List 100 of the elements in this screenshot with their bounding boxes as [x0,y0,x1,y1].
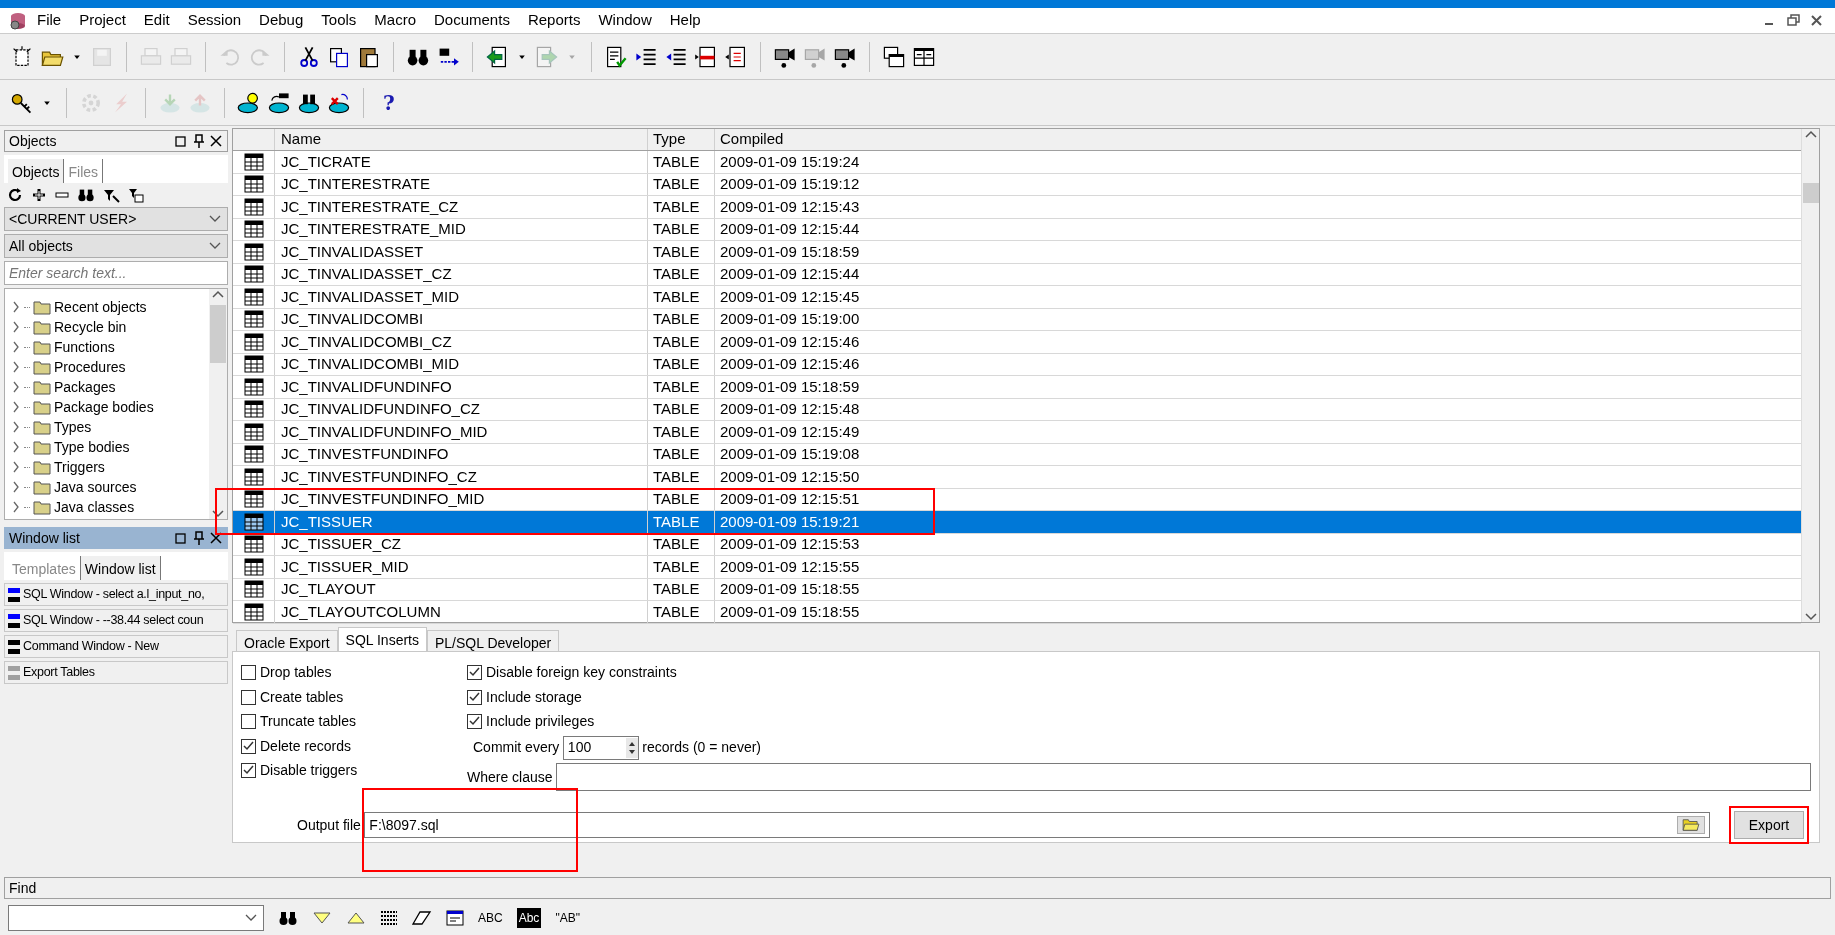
window-list-item[interactable]: SQL Window - --38.44 select coun [4,609,228,632]
pin-icon[interactable] [191,531,206,545]
checkbox[interactable] [241,738,256,754]
table-row[interactable]: JC_TINVALIDFUNDINFO_MID TABLE 2009-01-09 12:15:49 [233,421,1801,444]
table-row[interactable]: JC_TINVALIDFUNDINFO TABLE 2009-01-09 15:18:59 [233,376,1801,399]
chevron-right-icon[interactable] [11,381,21,393]
scroll-up-icon[interactable] [1804,129,1817,139]
tree-item[interactable]: Package bodies [54,396,154,418]
document-check-icon[interactable] [604,44,628,69]
document-arrow-icon[interactable] [485,44,509,69]
column-header[interactable]: Type [648,129,715,150]
select-field[interactable]: <CURRENT USER> [4,207,228,231]
find-down-icon[interactable] [312,911,332,925]
panel-tab[interactable]: Templates [8,556,81,580]
table-row[interactable]: JC_TINTERESTRATE_CZ TABLE 2009-01-09 12:15:43 [233,196,1801,219]
tree-item[interactable]: Procedures [54,356,126,378]
table-row[interactable]: JC_TINVESTFUNDINFO TABLE 2009-01-09 15:19:08 [233,443,1801,466]
table-row[interactable]: JC_TINVALIDCOMBI TABLE 2009-01-09 15:19:00 [233,308,1801,331]
chevron-right-icon[interactable] [11,421,21,433]
menu-item[interactable]: Debug [250,9,313,32]
menu-item[interactable]: Session [178,9,251,32]
pin-icon[interactable] [191,134,206,148]
checkbox[interactable] [467,714,482,729]
menu-item[interactable]: Tools [312,9,366,32]
chevron-right-icon[interactable] [11,461,21,473]
window-list-item[interactable]: Export Tables [4,661,228,684]
database-bulb-icon[interactable] [237,90,261,115]
menu-item[interactable]: Documents [425,9,519,32]
find-field[interactable] [8,905,264,931]
tree-item[interactable]: Types [54,416,92,438]
scrollbar[interactable] [1801,129,1819,622]
chevron-right-icon[interactable] [11,301,21,313]
checkbox[interactable] [241,763,256,778]
highlight-all-icon[interactable] [380,910,398,926]
chevron-right-icon[interactable] [11,441,21,453]
table-row[interactable]: JC_TINVALIDFUNDINFO_CZ TABLE 2009-01-09 12:15:48 [233,398,1801,421]
menu-item[interactable]: File [28,9,71,32]
column-header[interactable]: Name [275,129,648,150]
table-row[interactable]: JC_TLAYOUTCOLUMN TABLE 2009-01-09 15:18:55 [233,601,1801,624]
checkbox[interactable] [467,665,482,680]
panel-tab[interactable]: Objects [8,159,65,183]
table-row[interactable]: JC_TISSUER_CZ TABLE 2009-01-09 12:15:53 [233,533,1801,556]
browse-button[interactable] [1676,816,1705,834]
find-option-button[interactable]: "AB" [555,909,580,927]
table-row[interactable]: JC_TINVALIDASSET TABLE 2009-01-09 15:18:59 [233,241,1801,264]
refresh-icon[interactable] [7,187,24,203]
table-row[interactable]: JC_TICRATE TABLE 2009-01-09 15:19:24 [233,151,1801,174]
table-row[interactable]: JC_TINTERESTRATE_MID TABLE 2009-01-09 12:15:44 [233,218,1801,241]
chevron-right-icon[interactable] [11,401,21,413]
document-icon[interactable] [724,44,748,69]
scrollbar[interactable] [209,289,227,519]
chevron-right-icon[interactable] [11,501,21,513]
tree-item[interactable]: Triggers [54,456,105,478]
document-icon[interactable] [694,44,718,69]
eraser-icon[interactable] [412,910,432,926]
spin-field[interactable]: 100 [562,735,639,760]
menu-item[interactable]: Macro [365,9,425,32]
find-option-button[interactable]: ABC [478,909,503,927]
select-field[interactable]: All objects [4,234,228,258]
chevron-right-icon[interactable] [11,361,21,373]
window-list-item[interactable]: SQL Window - select a.l_input_no, [4,583,228,606]
close-icon[interactable] [209,134,223,148]
search-field[interactable]: Enter search text... [4,261,228,285]
chevron-right-icon[interactable] [11,321,21,333]
tree-item[interactable]: Type bodies [54,436,130,458]
table-row[interactable]: JC_TISSUER TABLE 2009-01-09 15:19:21 [233,511,1801,534]
chevron-right-icon[interactable] [11,481,21,493]
filter-edit-icon[interactable] [126,186,145,204]
table-row[interactable]: JC_TINVALIDCOMBI_CZ TABLE 2009-01-09 12:15:46 [233,331,1801,354]
table-row[interactable]: JC_TINVALIDASSET_CZ TABLE 2009-01-09 12:15:44 [233,263,1801,286]
tab[interactable]: SQL Inserts [337,627,427,651]
panel-tab[interactable]: Files [64,159,104,183]
scroll-down-icon[interactable] [1804,612,1817,622]
float-icon[interactable] [174,531,188,545]
window-list-item[interactable]: Command Window - New [4,635,228,658]
spin-arrows-icon[interactable] [625,737,638,758]
tree-item[interactable]: Functions [54,336,115,358]
scissors-icon[interactable] [297,44,321,69]
tree-item[interactable]: Java sources [54,476,137,498]
tree-item[interactable]: Java classes [54,496,135,518]
help-button[interactable]: ? [383,87,395,118]
find-option-button[interactable]: Abc [516,908,542,928]
scroll-thumb[interactable] [1802,183,1819,203]
table-row[interactable]: JC_TINVESTFUNDINFO_CZ TABLE 2009-01-09 12:15:50 [233,466,1801,489]
tree-item[interactable]: Recent objects [54,296,147,318]
checkbox[interactable] [241,714,256,729]
menu-item[interactable]: Project [70,9,135,32]
table-row[interactable]: JC_TISSUER_MID TABLE 2009-01-09 12:15:55 [233,556,1801,579]
where-clause-field[interactable] [556,763,1811,791]
close-icon[interactable] [209,531,223,545]
find-up-icon[interactable] [346,911,366,925]
scroll-down-icon[interactable] [212,509,224,519]
table-row[interactable]: JC_TINVALIDASSET_MID TABLE 2009-01-09 12:15:45 [233,286,1801,309]
column-header[interactable]: Compiled [715,129,1801,150]
menu-item[interactable]: Edit [134,9,179,32]
tree-item[interactable]: Recycle bin [54,316,127,338]
tab[interactable]: PL/SQL Developer [427,630,560,651]
table-row[interactable]: JC_TINVALIDCOMBI_MID TABLE 2009-01-09 12:15:46 [233,353,1801,376]
chevron-right-icon[interactable] [11,341,21,353]
checkbox[interactable] [467,689,482,705]
